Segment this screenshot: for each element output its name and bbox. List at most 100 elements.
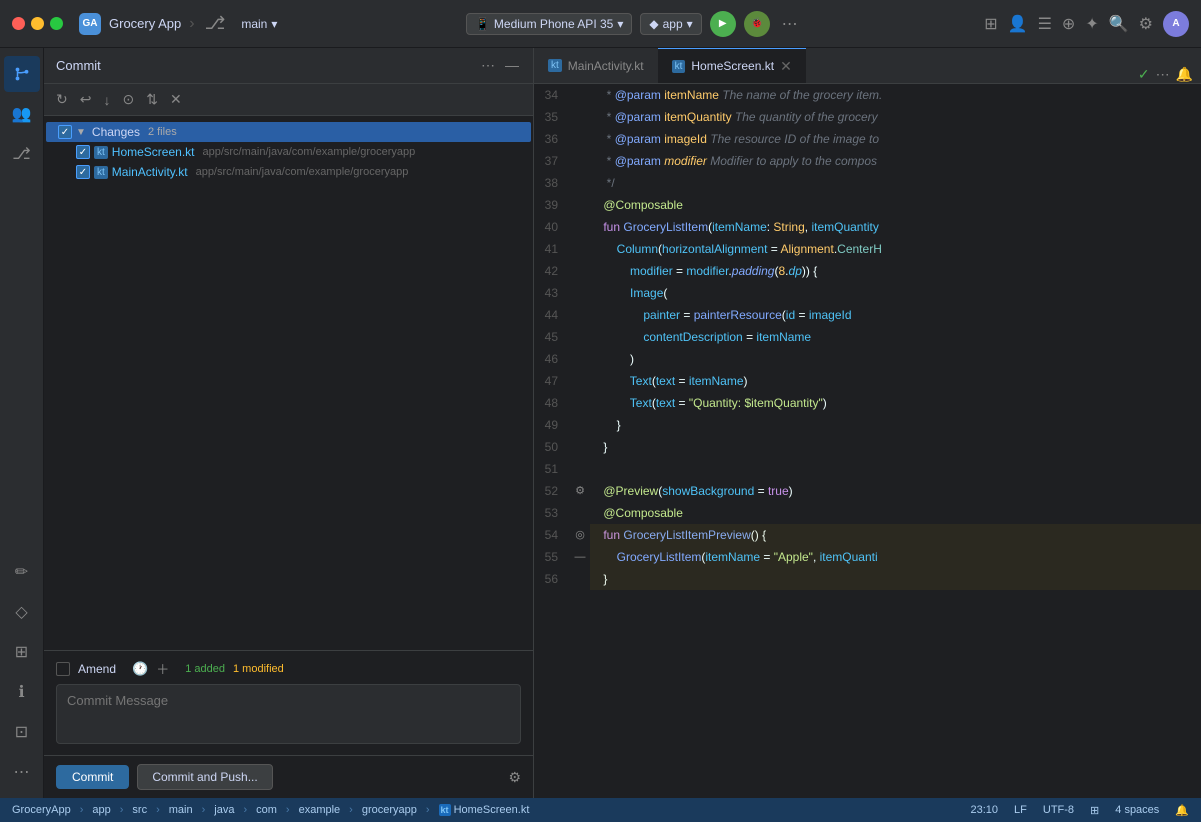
- settings-icon[interactable]: ⚙: [1139, 14, 1153, 34]
- assistant-icon[interactable]: ✦: [1085, 14, 1098, 34]
- activity-branch-icon[interactable]: ⎇: [4, 136, 40, 172]
- profile-icon[interactable]: 👤: [1008, 14, 1028, 34]
- sb-groceryapp-label: GroceryApp: [12, 804, 71, 816]
- sb-homescreen-file[interactable]: kt HomeScreen.kt: [435, 804, 534, 816]
- sb-main[interactable]: main: [165, 804, 197, 816]
- activity-layers-icon[interactable]: ⊞: [4, 634, 40, 670]
- undo-icon[interactable]: ↩: [76, 88, 96, 111]
- app-target: app: [663, 17, 683, 31]
- activity-people-icon[interactable]: 👥: [4, 96, 40, 132]
- close-button[interactable]: [12, 17, 25, 30]
- diff-stats: 1 added 1 modified: [185, 663, 284, 675]
- amend-label: Amend: [78, 662, 116, 676]
- tree-item-homescreen[interactable]: ✓ kt HomeScreen.kt app/src/main/java/com…: [44, 142, 533, 162]
- maximize-button[interactable]: [50, 17, 63, 30]
- sb-encoding-label: UTF-8: [1043, 804, 1074, 816]
- group-checkbox[interactable]: ✓: [58, 125, 72, 139]
- clock-icon[interactable]: 🕐: [132, 661, 148, 677]
- sb-notifications[interactable]: 🔔: [1171, 804, 1193, 817]
- phone-icon: 📱: [475, 17, 490, 31]
- sb-app-label: app: [92, 804, 110, 816]
- modified-stat: 1 modified: [233, 663, 284, 675]
- code-area[interactable]: 34 * @param itemName The name of the gro…: [534, 84, 1201, 798]
- sb-example[interactable]: example: [295, 804, 345, 816]
- commit-push-button[interactable]: Commit and Push...: [137, 764, 272, 790]
- changes-group: ✓ ▼ Changes 2 files ✓ kt HomeScreen.kt a…: [44, 120, 533, 184]
- sb-line-ending[interactable]: LF: [1010, 804, 1031, 817]
- changes-group-header[interactable]: ✓ ▼ Changes 2 files: [46, 122, 531, 142]
- refresh-icon[interactable]: ↻: [52, 88, 72, 111]
- commit-message-input[interactable]: [56, 684, 521, 744]
- sb-com[interactable]: com: [252, 804, 281, 816]
- panel-collapse-icon[interactable]: —: [503, 55, 521, 76]
- commit-button[interactable]: Commit: [56, 765, 129, 789]
- code-line-49: 49 }: [534, 414, 1201, 436]
- homescreen-checkbox[interactable]: ✓: [76, 145, 90, 159]
- vcs-icon: ⎇: [205, 13, 226, 34]
- sb-position[interactable]: 23:10: [967, 804, 1003, 817]
- actions-settings-icon[interactable]: ⚙: [508, 769, 521, 786]
- sb-sep: ›: [80, 804, 84, 816]
- amend-checkbox[interactable]: [56, 662, 70, 676]
- activity-pen-icon[interactable]: ✏: [4, 554, 40, 590]
- mainactivity-checkbox[interactable]: ✓: [76, 165, 90, 179]
- sb-groceryapp[interactable]: GroceryApp: [8, 804, 75, 816]
- history-icon[interactable]: ⊙: [118, 88, 138, 111]
- sb-encoding[interactable]: UTF-8: [1039, 804, 1078, 817]
- code-line-48: 48 Text(text = "Quantity: $itemQuantity"…: [534, 392, 1201, 414]
- device-selector[interactable]: 📱 Medium Phone API 35 ▾: [466, 13, 632, 35]
- sb-indent[interactable]: 4 spaces: [1111, 804, 1163, 817]
- app-name: Grocery App: [109, 16, 181, 31]
- download-icon[interactable]: ↓: [99, 89, 114, 111]
- tree-item-mainactivity[interactable]: ✓ kt MainActivity.kt app/src/main/java/c…: [44, 162, 533, 182]
- tab-mainactivity[interactable]: kt MainActivity.kt: [534, 48, 658, 83]
- amend-row: Amend 🕐 ＋ 1 added 1 modified: [56, 659, 521, 678]
- panel-title: Commit: [56, 58, 471, 73]
- sb-lf-label: LF: [1014, 804, 1027, 816]
- bug-icon: 🐞: [750, 18, 762, 29]
- tasks-icon[interactable]: ☰: [1038, 14, 1052, 34]
- app-target-selector[interactable]: ◆ app ▾: [640, 13, 701, 35]
- sb-java[interactable]: java: [210, 804, 238, 816]
- bell-icon: 🔔: [1175, 804, 1189, 817]
- activity-terminal-icon[interactable]: ⊡: [4, 714, 40, 750]
- chevron-down-icon: ▾: [617, 17, 623, 31]
- more-options-icon[interactable]: ⋯: [778, 12, 802, 36]
- user-avatar[interactable]: A: [1163, 11, 1189, 37]
- vcs-operations-icon[interactable]: ⊞: [984, 14, 997, 34]
- add-icon[interactable]: ＋: [156, 659, 169, 678]
- tab-homescreen[interactable]: kt HomeScreen.kt ✕: [658, 48, 806, 83]
- tab-close-icon[interactable]: ✕: [780, 58, 792, 75]
- activity-diamond-icon[interactable]: ◇: [4, 594, 40, 630]
- file-tree: ✓ ▼ Changes 2 files ✓ kt HomeScreen.kt a…: [44, 116, 533, 650]
- tab-check-icon[interactable]: ✓: [1138, 66, 1150, 83]
- sb-groceryapp-pkg[interactable]: groceryapp: [358, 804, 421, 816]
- close-toolbar-icon[interactable]: ✕: [166, 88, 186, 111]
- tab-notif-icon[interactable]: 🔔: [1176, 66, 1193, 83]
- activity-bottom-icons[interactable]: ⋯: [4, 754, 40, 790]
- expand-icon[interactable]: ⇅: [142, 88, 162, 111]
- activity-info-icon[interactable]: ℹ: [4, 674, 40, 710]
- branch-selector[interactable]: main ▾: [235, 15, 283, 33]
- kotlin-badge: kt: [548, 59, 562, 72]
- search-icon[interactable]: 🔍: [1109, 14, 1129, 34]
- panel-header: Commit ⋯ —: [44, 48, 533, 84]
- kotlin-badge: kt: [94, 146, 108, 159]
- tab-more-icon[interactable]: ⋯: [1156, 66, 1170, 83]
- chevron-down-icon: ›: [189, 15, 194, 33]
- sb-app[interactable]: app: [88, 804, 114, 816]
- kotlin-badge: kt: [672, 60, 686, 73]
- debug-button[interactable]: 🐞: [744, 11, 770, 37]
- panel-options-icon[interactable]: ⋯: [479, 55, 497, 76]
- sb-src[interactable]: src: [128, 804, 151, 816]
- sb-column-selector[interactable]: ⊞: [1086, 804, 1103, 817]
- plugins-icon[interactable]: ⊕: [1062, 14, 1075, 34]
- code-line-37: 37 * @param modifier Modifier to apply t…: [534, 150, 1201, 172]
- sb-sep: ›: [202, 804, 206, 816]
- homescreen-filename: HomeScreen.kt: [112, 145, 195, 159]
- status-bar-right: 23:10 LF UTF-8 ⊞ 4 spaces 🔔: [967, 804, 1194, 817]
- minimize-button[interactable]: [31, 17, 44, 30]
- activity-git-icon[interactable]: [4, 56, 40, 92]
- tabs-actions: ✓ ⋯ 🔔: [1130, 66, 1201, 83]
- run-button[interactable]: ▶: [710, 11, 736, 37]
